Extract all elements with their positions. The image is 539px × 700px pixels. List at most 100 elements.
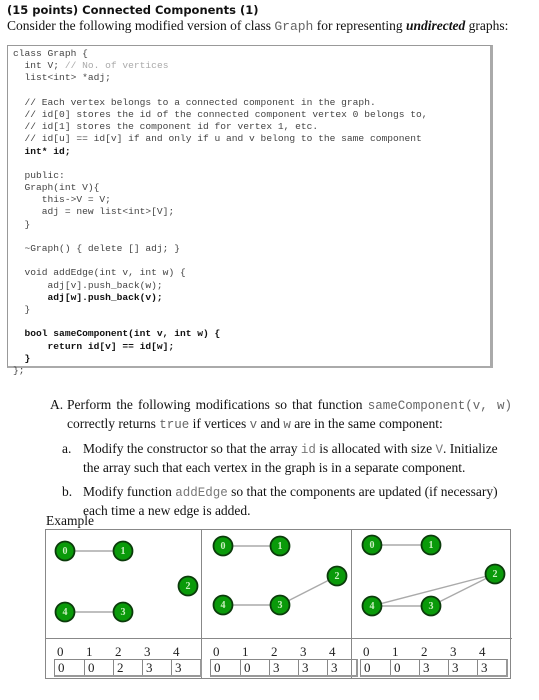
- node-label: 3: [121, 607, 126, 618]
- node-label: 4: [63, 607, 68, 618]
- node-label: 0: [370, 540, 375, 551]
- code-v: v: [249, 418, 258, 432]
- code-line: int V; // No. of vertices: [13, 60, 169, 72]
- node-2: 2: [177, 575, 199, 597]
- subpart-a: a. Modify the constructor so that the ar…: [62, 440, 512, 476]
- code-true: true: [159, 418, 190, 432]
- code-line: Graph(int V){: [13, 182, 100, 194]
- node-label: 0: [63, 546, 68, 557]
- code-addedge: addEdge: [175, 486, 228, 500]
- example-graph-1: 012340123400233: [46, 530, 202, 678]
- id-array-cell: 3: [477, 660, 506, 675]
- node-1: 1: [420, 534, 442, 556]
- code-line: adj[w].push_back(v);: [13, 291, 163, 303]
- code-listing: class Graph { int V; // No. of vertices …: [7, 45, 493, 376]
- id-array-cell: 0: [390, 660, 419, 675]
- intro-code-graph: Graph: [274, 19, 314, 34]
- array-indices: 0 1 2 3 4: [360, 644, 505, 660]
- edge-3-2: [430, 573, 496, 607]
- id-array-cell: 3: [419, 660, 448, 675]
- code-line: return id[v] == id[w];: [13, 340, 175, 352]
- code-line: }: [13, 303, 31, 315]
- id-array-cell: 3: [448, 660, 477, 675]
- array-index: 4: [173, 644, 180, 659]
- subpart-a-label: a.: [62, 441, 72, 456]
- node-4: 4: [212, 594, 234, 616]
- node-label: 1: [278, 541, 283, 552]
- code-line: int* id;: [13, 145, 71, 157]
- code-id: id: [300, 443, 316, 457]
- id-array-cell: 3: [171, 660, 200, 675]
- array-index: 0: [363, 644, 370, 659]
- array-index: 1: [242, 644, 249, 659]
- id-array-cell: 3: [298, 660, 327, 675]
- graph-drawing: 0 1 2 3 4: [212, 535, 348, 616]
- code-line: void addEdge(int v, int w) {: [13, 267, 186, 279]
- node-3: 3: [269, 594, 291, 616]
- node-0: 0: [212, 535, 234, 557]
- id-array: 00333: [210, 659, 358, 677]
- array-index: 1: [86, 644, 93, 659]
- code-comment: // No. of vertices: [64, 60, 169, 72]
- array-index: 0: [213, 644, 220, 659]
- intro-text-post: graphs:: [465, 18, 509, 33]
- code-samecomponent: sameComponent(v, w): [367, 399, 512, 413]
- node-label: 0: [221, 541, 226, 552]
- code-line: // id[1] stores the component id for ver…: [13, 121, 319, 133]
- array-index: 4: [479, 644, 486, 659]
- graph-drawing: 0 1 2 3 4: [54, 540, 199, 623]
- id-array-cell: 2: [113, 660, 142, 675]
- id-array: 00233: [54, 659, 202, 677]
- part-a-text-post: are in the same component:: [290, 416, 443, 431]
- part-a-label: A.: [50, 397, 64, 412]
- node-label: 3: [429, 601, 434, 612]
- array-index: 1: [392, 644, 399, 659]
- subpart-b-text: Modify function addEdge so that the comp…: [83, 483, 512, 519]
- code-line: }: [13, 218, 31, 230]
- node-label: 2: [186, 581, 191, 592]
- node-label: 4: [370, 601, 375, 612]
- id-array-cell: 0: [84, 660, 113, 675]
- node-label: 3: [278, 600, 283, 611]
- id-array: 00333: [360, 659, 508, 677]
- node-label: 2: [493, 569, 498, 580]
- example-graph-2: 012340123400333: [202, 530, 358, 678]
- code-line: list<int> *adj;: [13, 72, 111, 84]
- node-4: 4: [361, 595, 383, 617]
- array-indices: 0 1 2 3 4: [54, 644, 199, 660]
- code-line: this->V = V;: [13, 194, 111, 206]
- array-index: 3: [144, 644, 151, 659]
- code-V: V: [435, 443, 443, 457]
- graph-drawing: 0 1 2 3 4: [361, 534, 506, 617]
- code-line: // Each vertex belongs to a connected co…: [13, 96, 376, 108]
- divider: [46, 638, 201, 639]
- part-a-text: Perform the following modifications so t…: [67, 396, 512, 434]
- part-a-text-mid2: if vertices: [189, 416, 250, 431]
- code-line: // id[u] == id[v] if and only if u and v…: [13, 133, 422, 145]
- divider: [202, 638, 351, 639]
- part-a-text-mid1: correctly returns: [67, 416, 160, 431]
- node-0: 0: [361, 534, 383, 556]
- node-label: 1: [121, 546, 126, 557]
- part-a-question: A. Perform the following modifications s…: [50, 396, 512, 434]
- subpart-b: b. Modify function addEdge so that the c…: [62, 483, 512, 519]
- example-table: 0123401234002330123401234003330123401234…: [45, 529, 512, 679]
- array-index: 2: [271, 644, 278, 659]
- node-4: 4: [54, 601, 76, 623]
- id-array-cell: 3: [269, 660, 298, 675]
- code-line: class Graph {: [13, 48, 88, 59]
- code-line: };: [13, 364, 25, 376]
- id-array-cell: 3: [142, 660, 171, 675]
- node-label: 1: [429, 540, 434, 551]
- code-line: adj = new list<int>[V];: [13, 206, 175, 218]
- subpart-a-text: Modify the constructor so that the array…: [83, 440, 512, 476]
- node-label: 2: [335, 571, 340, 582]
- array-index: 3: [450, 644, 457, 659]
- node-0: 0: [54, 540, 76, 562]
- code-line: bool sameComponent(int v, int w) {: [13, 328, 221, 340]
